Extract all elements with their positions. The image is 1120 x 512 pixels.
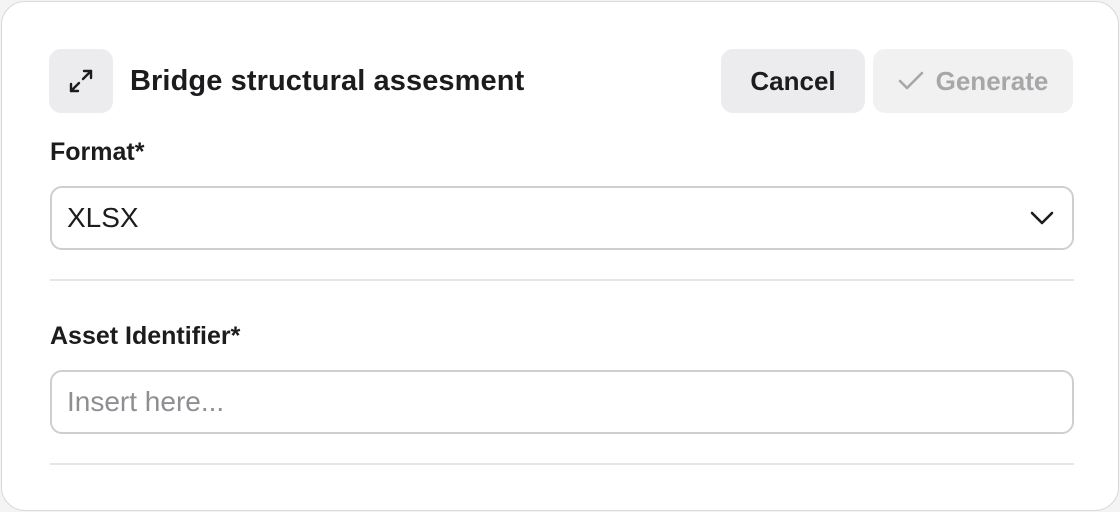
format-select-value: XLSX [67,202,139,233]
cancel-button-label: Cancel [750,65,836,96]
generate-report-dialog: Bridge structural assesment Cancel Gener… [1,1,1119,511]
asset-identifier-input[interactable] [50,370,1074,434]
expand-button[interactable] [49,49,113,113]
check-icon [898,71,923,90]
format-label: Format* [50,138,145,166]
chevron-down-icon [1030,211,1054,225]
dialog-title: Bridge structural assesment [130,64,525,97]
section-divider [50,279,1074,281]
generate-button[interactable]: Generate [873,49,1073,113]
generate-button-label: Generate [935,65,1049,96]
header-actions: Cancel Generate [721,49,1073,113]
cancel-button[interactable]: Cancel [721,49,865,113]
expand-arrows-icon [69,69,93,93]
asset-identifier-label: Asset Identifier* [50,322,241,350]
dialog-header: Bridge structural assesment Cancel Gener… [49,49,1073,113]
format-select[interactable]: XLSX [50,186,1074,250]
section-divider [50,463,1074,465]
